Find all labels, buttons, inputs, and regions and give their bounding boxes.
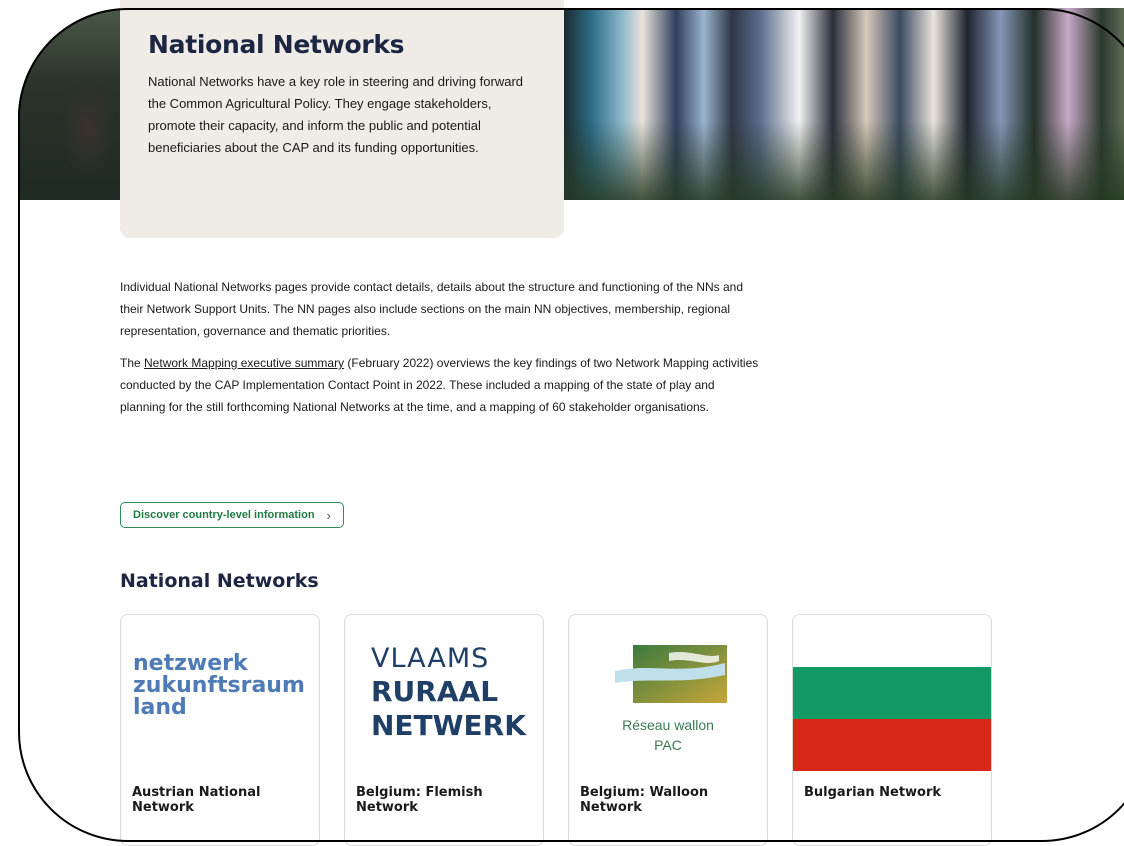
card-title: Belgium: Flemish Network [356, 785, 483, 815]
austrian-network-logo: netzwerk zukunftsraum land [121, 615, 319, 765]
section-title: National Networks [120, 570, 319, 592]
walloon-landscape-icon [615, 645, 727, 703]
logo-line: land [133, 695, 187, 720]
network-card-bulgaria[interactable]: Bulgarian Network [792, 614, 992, 846]
logo-line: RURAAL [371, 675, 499, 708]
discover-country-button[interactable]: Discover country-level information › [120, 502, 344, 528]
page-title: National Networks [148, 30, 405, 59]
card-title: Belgium: Walloon Network [580, 785, 709, 815]
flemish-network-logo: VLAAMS RURAAL NETWERK [345, 615, 543, 765]
card-title: Bulgarian Network [804, 785, 942, 800]
intro-content: Individual National Networks pages provi… [120, 276, 760, 428]
network-mapping-link[interactable]: Network Mapping executive summary [144, 356, 344, 370]
hero-card: National Networks National Networks have… [120, 0, 564, 238]
flag-stripe-white [793, 615, 991, 667]
card-title: Austrian National Network [132, 785, 261, 815]
mapping-prefix: The [120, 356, 145, 370]
chevron-right-icon: › [326, 507, 331, 523]
hero-photo-left [18, 8, 128, 200]
logo-line: Réseau wallon [622, 717, 714, 733]
hero-description: National Networks have a key role in ste… [148, 74, 524, 155]
bulgarian-flag [793, 615, 991, 771]
network-cards: netzwerk zukunftsraum land Austrian Nati… [120, 614, 992, 846]
network-card-flemish[interactable]: VLAAMS RURAAL NETWERK Belgium: Flemish N… [344, 614, 544, 846]
network-card-walloon[interactable]: Réseau wallon PAC Belgium: Walloon Netwo… [568, 614, 768, 846]
flag-stripe-red [793, 719, 991, 771]
logo-line: NETWERK [371, 709, 526, 742]
hero-photo [564, 8, 1124, 200]
discover-button-label: Discover country-level information [133, 509, 315, 521]
logo-line: netzwerk [133, 651, 248, 676]
intro-paragraph: Individual National Networks pages provi… [120, 280, 744, 338]
mapping-paragraph: The Network Mapping executive summary (F… [120, 352, 760, 418]
logo-line: VLAAMS [371, 643, 490, 674]
network-card-austria[interactable]: netzwerk zukunftsraum land Austrian Nati… [120, 614, 320, 846]
flag-stripe-green [793, 667, 991, 719]
logo-line: zukunftsraum [133, 673, 305, 698]
logo-line: PAC [654, 737, 682, 753]
walloon-network-logo: Réseau wallon PAC [569, 615, 767, 765]
